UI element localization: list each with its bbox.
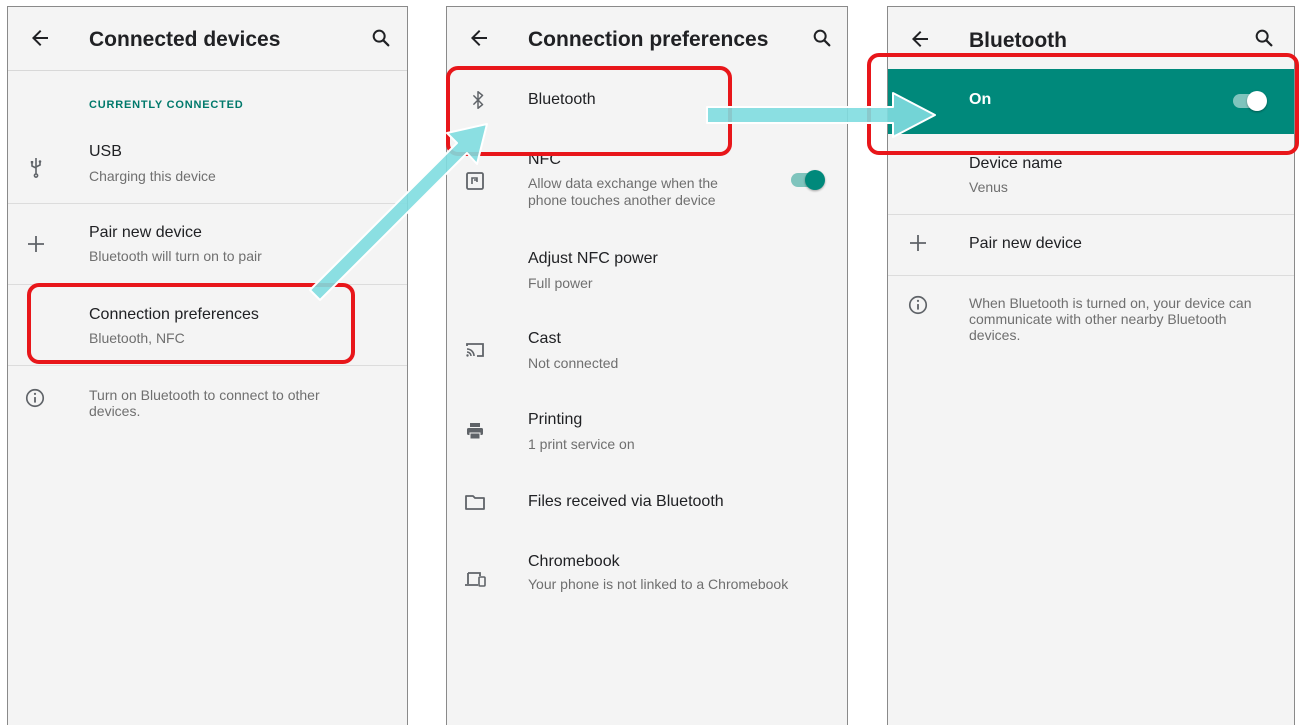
page-title: Connection preferences	[528, 28, 769, 51]
item-title: Files received via Bluetooth	[528, 493, 724, 510]
highlight-connection-preferences	[27, 283, 355, 364]
back-arrow-icon[interactable]	[908, 27, 932, 51]
item-title: Adjust NFC power	[528, 250, 658, 267]
plus-icon	[28, 236, 44, 252]
info-icon	[25, 388, 45, 408]
search-icon[interactable]	[370, 27, 392, 49]
printer-icon	[467, 423, 483, 440]
list-item-files-received[interactable]: Files received via Bluetooth	[447, 479, 847, 535]
list-item-pair-new-device[interactable]: Pair new device	[888, 215, 1294, 275]
item-subtitle: Allow data exchange when the phone touch…	[528, 175, 718, 208]
highlight-bluetooth-on-switch	[867, 53, 1299, 155]
highlight-bluetooth-item	[446, 66, 732, 156]
screen-connected-devices: Connected devices CURRENTLY CONNECTED US…	[7, 6, 408, 725]
item-title: Printing	[528, 411, 583, 428]
divider	[888, 275, 1294, 276]
back-arrow-icon[interactable]	[467, 26, 491, 50]
nfc-icon	[466, 172, 484, 190]
item-subtitle: Bluetooth will turn on to pair	[89, 248, 262, 264]
app-bar: Connection preferences	[447, 7, 847, 71]
item-title: Pair new device	[969, 235, 1082, 252]
list-item-device-name[interactable]: Device name Venus	[888, 147, 1294, 213]
item-subtitle: Your phone is not linked to a Chromebook	[528, 576, 789, 592]
folder-icon	[465, 495, 485, 510]
item-title: USB	[89, 143, 122, 160]
cast-icon	[466, 343, 484, 357]
info-text: Turn on Bluetooth to connect to other de…	[89, 387, 320, 419]
app-bar: Connected devices	[8, 7, 407, 71]
search-icon[interactable]	[1253, 27, 1275, 49]
chromebook-icon	[465, 572, 486, 587]
item-title: Device name	[969, 155, 1063, 172]
item-title: Pair new device	[89, 224, 202, 241]
item-title: Cast	[528, 330, 561, 347]
item-subtitle: Not connected	[528, 355, 619, 371]
list-item-adjust-nfc-power[interactable]: Adjust NFC power Full power	[447, 235, 847, 305]
plus-icon	[910, 235, 926, 251]
list-item-usb[interactable]: USB Charging this device	[8, 131, 407, 203]
item-title: Chromebook	[528, 553, 620, 570]
info-text: When Bluetooth is turned on, your device…	[969, 295, 1252, 343]
toggle-thumb	[805, 170, 825, 190]
usb-icon	[30, 158, 42, 178]
page-title: Bluetooth	[969, 29, 1067, 52]
list-item-cast[interactable]: Cast Not connected	[447, 316, 847, 386]
back-arrow-icon[interactable]	[28, 26, 52, 50]
item-subtitle: Full power	[528, 275, 593, 291]
page-title: Connected devices	[89, 28, 281, 51]
item-subtitle: Venus	[969, 179, 1008, 195]
list-item-chromebook[interactable]: Chromebook Your phone is not linked to a…	[447, 547, 847, 617]
list-item-printing[interactable]: Printing 1 print service on	[447, 397, 847, 467]
section-header-currently-connected: CURRENTLY CONNECTED	[89, 99, 244, 111]
item-subtitle: Charging this device	[89, 168, 216, 184]
divider	[8, 365, 407, 366]
info-icon	[908, 295, 928, 315]
list-item-pair-new-device[interactable]: Pair new device Bluetooth will turn on t…	[8, 204, 407, 284]
item-subtitle: 1 print service on	[528, 436, 635, 452]
search-icon[interactable]	[811, 27, 833, 49]
